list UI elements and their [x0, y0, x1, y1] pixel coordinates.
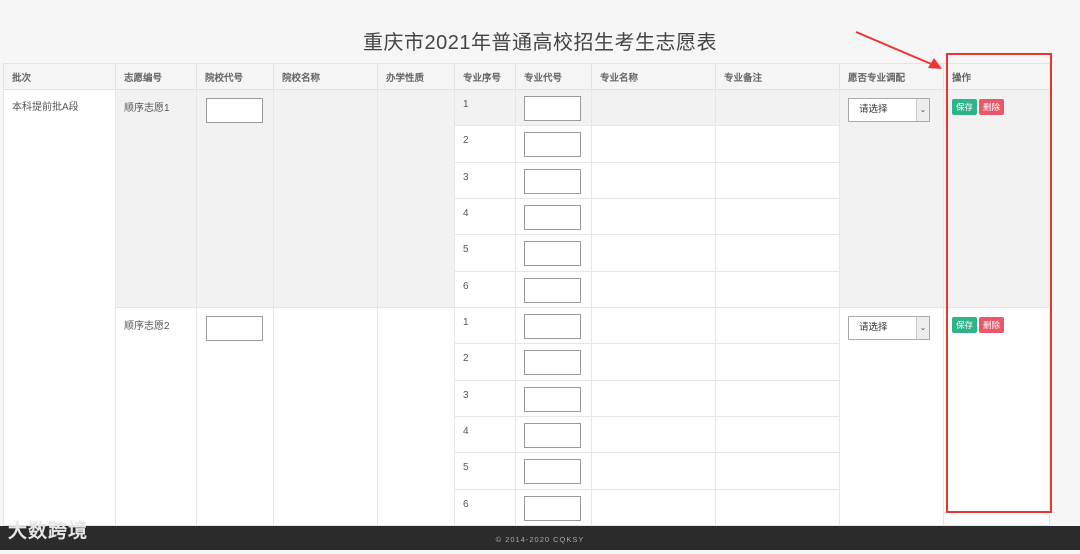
major-code-cell — [515, 270, 592, 308]
major-code-input[interactable] — [524, 277, 581, 303]
major-name-cell — [591, 125, 716, 163]
school-name-cell — [273, 306, 378, 527]
header-major-note: 专业备注 — [715, 63, 840, 90]
major-note-cell — [715, 343, 840, 381]
header-school-code: 院校代号 — [196, 63, 274, 90]
major-code-cell — [515, 197, 592, 236]
header-major-seq: 专业序号 — [454, 63, 516, 90]
adjust-cell: 请选择 ⌄ — [839, 306, 944, 527]
major-code-cell — [515, 343, 592, 381]
major-code-input[interactable] — [524, 313, 581, 339]
major-name-cell — [591, 234, 716, 272]
major-seq: 6 — [454, 270, 516, 308]
footer: © 2014-2020 CQKSY — [0, 526, 1080, 550]
major-code-input[interactable] — [524, 422, 581, 448]
major-code-input[interactable] — [524, 132, 581, 158]
major-code-cell — [515, 452, 592, 490]
major-code-input[interactable] — [524, 96, 581, 121]
major-seq: 4 — [454, 197, 516, 236]
adjust-select-value: 请选择 — [859, 321, 888, 333]
major-name-cell — [591, 379, 716, 417]
batch-cell: 本科提前批A段 — [3, 89, 116, 526]
major-code-input[interactable] — [524, 386, 581, 412]
major-seq: 4 — [454, 415, 516, 454]
major-name-cell — [591, 306, 716, 345]
major-code-cell — [515, 234, 592, 272]
major-note-cell — [715, 452, 840, 490]
major-code-cell — [515, 125, 592, 163]
major-note-cell — [715, 125, 840, 163]
major-code-cell — [515, 379, 592, 417]
major-name-cell — [591, 88, 716, 127]
major-code-cell — [515, 488, 592, 527]
school-code-cell — [196, 306, 274, 527]
major-code-input[interactable] — [524, 459, 581, 485]
header-major-name: 专业名称 — [591, 63, 716, 90]
header-major-code: 专业代号 — [515, 63, 592, 90]
major-note-cell — [715, 488, 840, 527]
school-code-input[interactable] — [206, 98, 263, 123]
major-seq: 6 — [454, 488, 516, 527]
header-school-type: 办学性质 — [377, 63, 455, 90]
school-code-cell — [196, 89, 274, 308]
adjust-select-value: 请选择 — [859, 104, 888, 115]
major-note-cell — [715, 197, 840, 236]
school-code-input[interactable] — [206, 315, 263, 341]
header-volunteer-no: 志愿编号 — [115, 63, 197, 90]
volunteer-name: 顺序志愿1 — [115, 89, 197, 308]
major-seq: 5 — [454, 234, 516, 272]
adjust-select[interactable]: 请选择 ⌄ — [848, 315, 930, 340]
chevron-down-icon: ⌄ — [916, 99, 929, 121]
school-type-cell — [377, 89, 455, 308]
major-note-cell — [715, 415, 840, 454]
major-code-input[interactable] — [524, 350, 581, 376]
major-seq: 2 — [454, 125, 516, 163]
major-code-input[interactable] — [524, 204, 581, 230]
major-seq: 3 — [454, 379, 516, 417]
school-type-cell — [377, 306, 455, 527]
major-code-cell — [515, 88, 592, 127]
major-seq: 1 — [454, 306, 516, 345]
volunteer-table: 批次 志愿编号 院校代号 院校名称 办学性质 专业序号 专业代号 专业名称 专业… — [3, 63, 1050, 527]
major-name-cell — [591, 452, 716, 490]
major-code-input[interactable] — [524, 168, 581, 194]
arrow-icon — [855, 31, 942, 69]
school-name-cell — [273, 89, 378, 308]
major-name-cell — [591, 197, 716, 236]
major-note-cell — [715, 270, 840, 308]
adjust-cell: 请选择 ⌄ — [839, 89, 944, 308]
major-code-cell — [515, 415, 592, 454]
major-name-cell — [591, 270, 716, 308]
major-name-cell — [591, 343, 716, 381]
major-seq: 3 — [454, 161, 516, 199]
major-code-input[interactable] — [524, 241, 581, 267]
major-name-cell — [591, 415, 716, 454]
watermark: 大数跨境 — [8, 521, 89, 542]
major-note-cell — [715, 306, 840, 345]
header-school-name: 院校名称 — [273, 63, 378, 90]
highlight-box — [946, 53, 1052, 513]
major-seq: 2 — [454, 343, 516, 381]
chevron-down-icon: ⌄ — [916, 316, 929, 339]
major-seq: 5 — [454, 452, 516, 490]
major-note-cell — [715, 234, 840, 272]
major-note-cell — [715, 88, 840, 127]
major-code-cell — [515, 306, 592, 345]
major-seq: 1 — [454, 88, 516, 127]
table-row: 顺序志愿2 1 请选择 ⌄ 保存 删除 — [4, 306, 1050, 527]
major-name-cell — [591, 488, 716, 527]
major-code-cell — [515, 161, 592, 199]
major-code-input[interactable] — [524, 495, 581, 521]
header-batch: 批次 — [3, 63, 116, 90]
table-row: 本科提前批A段 顺序志愿1 1 请选择 ⌄ 保存 删除 — [3, 88, 1050, 526]
major-name-cell — [591, 161, 716, 199]
volunteer-name: 顺序志愿2 — [115, 306, 197, 527]
major-note-cell — [715, 379, 840, 417]
adjust-select[interactable]: 请选择 ⌄ — [848, 98, 930, 122]
major-note-cell — [715, 161, 840, 199]
